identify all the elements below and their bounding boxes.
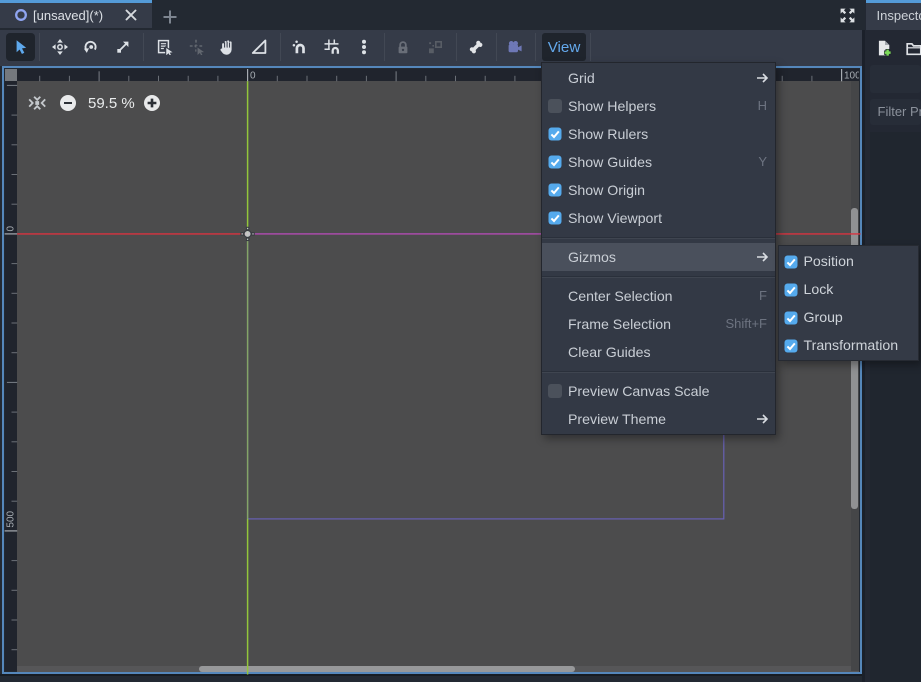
svg-text:0: 0 [6,226,17,232]
svg-text:500: 500 [6,510,17,527]
svg-text:0: 0 [250,70,256,81]
svg-text:1000: 1000 [844,70,867,81]
